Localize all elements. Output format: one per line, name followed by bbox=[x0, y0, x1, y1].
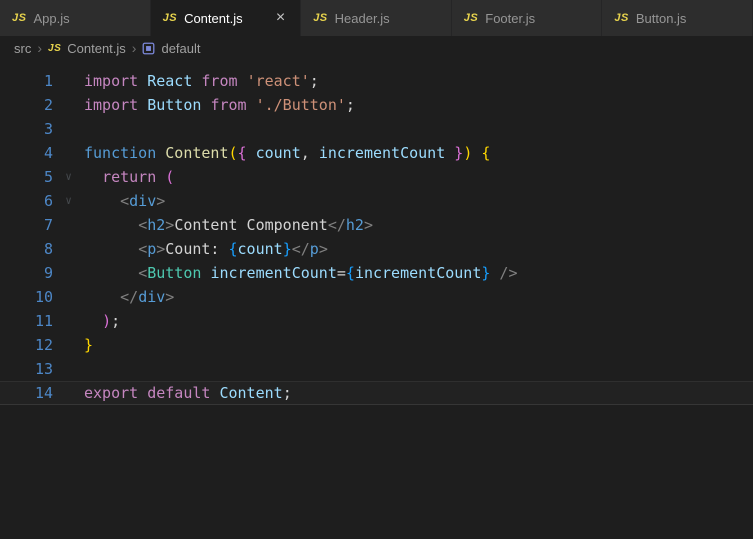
breadcrumb-folder[interactable]: src bbox=[14, 41, 31, 56]
code-line[interactable]: 14 export default Content; bbox=[0, 381, 753, 405]
breadcrumb-symbol[interactable]: default bbox=[161, 41, 200, 56]
code-line[interactable]: 9 <Button incrementCount={incrementCount… bbox=[0, 261, 753, 285]
module-symbol-icon bbox=[142, 42, 155, 55]
code-text: import React from 'react'; bbox=[84, 72, 319, 90]
fold-chevron-icon[interactable]: ∨ bbox=[53, 165, 84, 189]
line-number: 2 bbox=[43, 96, 53, 114]
code-text: <h2>Content Component</h2> bbox=[138, 216, 373, 234]
tab-app-js[interactable]: JS App.js bbox=[0, 0, 151, 36]
code-line[interactable]: 4 function Content({ count, incrementCoun… bbox=[0, 141, 753, 165]
line-number: 5 bbox=[43, 168, 53, 186]
code-text: function Content({ count, incrementCount… bbox=[84, 144, 491, 162]
js-file-icon: JS bbox=[12, 12, 27, 24]
js-file-icon: JS bbox=[162, 12, 178, 24]
js-file-icon: JS bbox=[463, 12, 479, 24]
line-number: 4 bbox=[43, 144, 53, 162]
line-number: 9 bbox=[43, 264, 53, 282]
code-line[interactable]: 8 <p>Count: {count}</p> bbox=[0, 237, 753, 261]
vscode-editor-window: { "colors": { "keyword": "#C586C0", "key… bbox=[0, 0, 753, 539]
chevron-right-icon: › bbox=[37, 40, 43, 56]
code-text: ); bbox=[102, 312, 121, 330]
code-line[interactable]: 7 <h2>Content Component</h2> bbox=[0, 213, 753, 237]
line-number: 10 bbox=[34, 288, 53, 306]
code-line[interactable]: 13 bbox=[0, 357, 753, 381]
tab-label: Header.js bbox=[334, 10, 390, 26]
fold-chevron-icon[interactable]: ∨ bbox=[53, 189, 84, 213]
editor[interactable]: 1 import React from 'react'; 2 import Butto… bbox=[0, 60, 753, 405]
code-text: } bbox=[84, 336, 94, 354]
tab-button-js[interactable]: JS Button.js bbox=[602, 0, 753, 36]
code-text: <div> bbox=[120, 192, 166, 210]
chevron-right-icon: › bbox=[131, 40, 137, 56]
line-number: 6 bbox=[43, 192, 53, 210]
code-text: <p>Count: {count}</p> bbox=[138, 240, 328, 258]
code-text: import Button from './Button'; bbox=[84, 96, 355, 114]
breadcrumb-file[interactable]: Content.js bbox=[67, 41, 126, 56]
tab-label: Footer.js bbox=[485, 10, 536, 26]
line-number: 7 bbox=[43, 216, 53, 234]
code-line[interactable]: 3 bbox=[0, 117, 753, 141]
code-line[interactable]: 1 import React from 'react'; bbox=[0, 69, 753, 93]
code-text: </div> bbox=[120, 288, 175, 306]
code-text: export default Content; bbox=[84, 384, 292, 402]
line-number: 3 bbox=[43, 120, 53, 138]
js-file-icon: JS bbox=[313, 12, 328, 24]
js-file-icon: JS bbox=[48, 42, 62, 54]
tab-label: Button.js bbox=[635, 10, 687, 26]
code-line[interactable]: 10 </div> bbox=[0, 285, 753, 309]
line-number: 11 bbox=[34, 312, 53, 330]
code-line[interactable]: 11 ); bbox=[0, 309, 753, 333]
code-line[interactable]: 5 ∨ return ( bbox=[0, 165, 753, 189]
tab-footer-js[interactable]: JS Footer.js bbox=[451, 0, 603, 36]
code-line[interactable]: 12} bbox=[0, 333, 753, 357]
tab-bar: JS App.js JS Content.js × JS Header.js JS Footer… bbox=[0, 0, 753, 36]
breadcrumb: src › JS Content.js › default bbox=[0, 36, 753, 60]
code-text: return ( bbox=[102, 168, 175, 186]
line-number: 8 bbox=[43, 240, 53, 258]
tab-label: App.js bbox=[33, 10, 70, 26]
line-number: 13 bbox=[34, 360, 53, 378]
line-number: 12 bbox=[34, 336, 53, 354]
tab-header-js[interactable]: JS Header.js bbox=[301, 0, 452, 36]
js-file-icon: JS bbox=[614, 12, 629, 24]
tab-label: Content.js bbox=[184, 10, 243, 26]
code-line[interactable]: 6 ∨ <div> bbox=[0, 189, 753, 213]
line-number: 1 bbox=[43, 72, 53, 90]
close-icon[interactable]: × bbox=[273, 8, 288, 28]
editor-lines: 1 import React from 'react'; 2 import Butto… bbox=[0, 69, 753, 405]
tab-content-js[interactable]: JS Content.js × bbox=[150, 0, 302, 36]
code-line[interactable]: 2 import Button from './Button'; bbox=[0, 93, 753, 117]
line-number: 14 bbox=[34, 384, 53, 402]
code-text: <Button incrementCount={incrementCount} … bbox=[138, 264, 518, 282]
